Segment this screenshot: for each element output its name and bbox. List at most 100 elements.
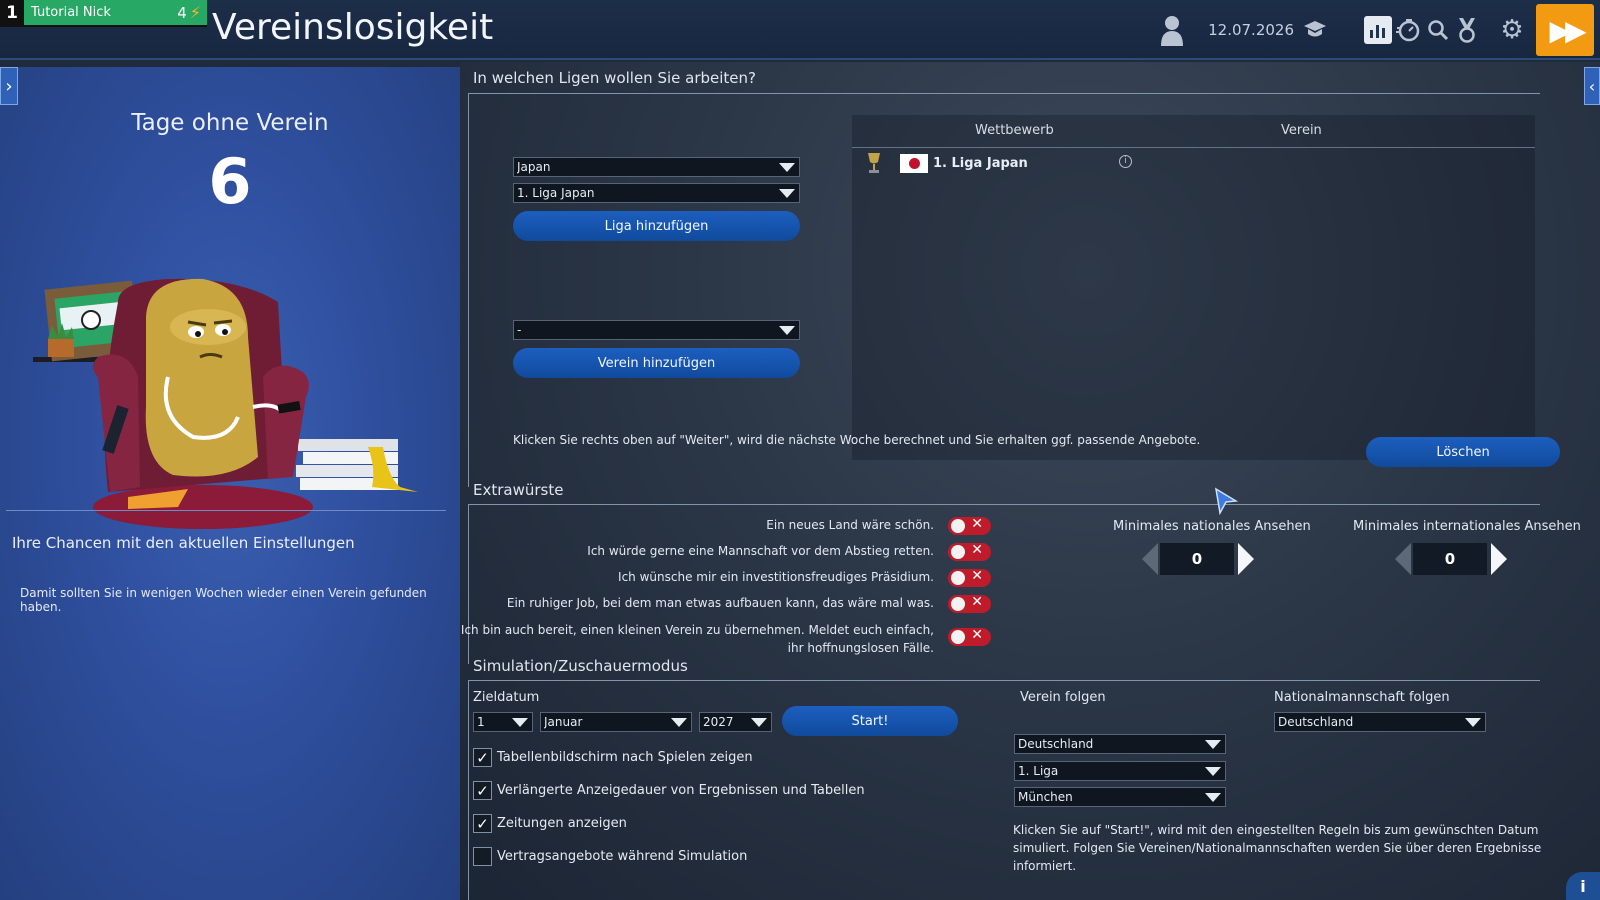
follow-club-club-value: München xyxy=(1018,790,1073,804)
leagues-hint: Klicken Sie rechts oben auf "Weiter", wi… xyxy=(513,433,1201,447)
decrease-arrow-icon[interactable] xyxy=(1142,543,1158,575)
increase-arrow-icon[interactable] xyxy=(1491,543,1507,575)
toggle-knob xyxy=(951,597,965,611)
divider xyxy=(6,510,446,511)
graduation-cap-icon[interactable] xyxy=(1300,19,1330,41)
profile-name: Tutorial Nick xyxy=(31,5,111,20)
toggle-new-country[interactable]: ✕ xyxy=(948,516,991,535)
close-icon: ✕ xyxy=(971,594,983,610)
toggle-investment[interactable]: ✕ xyxy=(948,568,991,587)
collapse-right-panel-button[interactable]: ‹ xyxy=(1584,67,1600,105)
target-year-select[interactable]: 2027 xyxy=(699,712,772,732)
country-select[interactable]: Japan xyxy=(513,157,800,177)
target-date-label: Zieldatum xyxy=(473,690,540,705)
follow-national-team-select[interactable]: Deutschland xyxy=(1274,712,1486,732)
option-contract-offers[interactable]: Vertragsangebote während Simulation xyxy=(473,847,747,866)
target-month-select[interactable]: Januar xyxy=(540,712,692,732)
chances-heading: Ihre Chancen mit den aktuellen Einstellu… xyxy=(12,534,355,552)
follow-club-league-select[interactable]: 1. Liga xyxy=(1014,761,1226,781)
profile-level: 1 xyxy=(0,0,24,26)
toggle-knob xyxy=(951,545,965,559)
expand-left-panel-button[interactable]: › xyxy=(0,67,18,105)
increase-arrow-icon[interactable] xyxy=(1238,543,1254,575)
stopwatch-icon[interactable] xyxy=(1392,18,1424,42)
toggle-small-club[interactable]: ✕ xyxy=(948,627,991,646)
toggle-knob xyxy=(951,519,965,533)
divider xyxy=(468,680,469,900)
toggle-relegation[interactable]: ✕ xyxy=(948,542,991,561)
close-icon: ✕ xyxy=(971,627,983,643)
left-panel: › Tage ohne Verein 6 Ihre Chancen mit de… xyxy=(0,67,460,900)
simulation-info-text: Klicken Sie auf "Start!", wird mit den e… xyxy=(1013,821,1541,875)
option-newspapers[interactable]: ✓ Zeitungen anzeigen xyxy=(473,814,627,833)
chevron-down-icon xyxy=(512,717,528,727)
top-right-toolbar: 12.07.2026 ⚙ ▶▶ xyxy=(1154,0,1600,60)
divider xyxy=(468,504,1540,505)
country-select-value: Japan xyxy=(517,160,551,174)
profile-points: 4 xyxy=(177,3,187,22)
chevron-down-icon xyxy=(1205,739,1221,749)
info-icon[interactable]: i xyxy=(1119,154,1132,168)
chevron-down-icon xyxy=(1205,766,1221,776)
start-simulation-button[interactable]: Start! xyxy=(782,706,958,736)
selected-leagues-table: Wettbewerb Verein 1. Liga Japan i xyxy=(852,115,1535,460)
toggle-knob xyxy=(951,630,965,644)
option-extended-display[interactable]: ✓ Verlängerte Anzeigedauer von Ergebnisse… xyxy=(473,781,865,800)
option-table-screen[interactable]: ✓ Tabellenbildschirm nach Spielen zeigen xyxy=(473,748,753,767)
page-title: Vereinslosigkeit xyxy=(212,7,494,48)
club-select[interactable]: - xyxy=(513,320,800,340)
decrease-arrow-icon[interactable] xyxy=(1395,543,1411,575)
divider xyxy=(468,93,469,487)
wish-label-quiet-job: Ein ruhiger Job, bei dem man etwas aufba… xyxy=(506,596,934,610)
divider xyxy=(468,680,1540,681)
help-info-button[interactable]: i xyxy=(1566,872,1600,900)
user-icon[interactable] xyxy=(1154,14,1190,46)
close-icon: ✕ xyxy=(971,516,983,532)
league-select-value: 1. Liga Japan xyxy=(517,186,595,200)
international-reputation-stepper: 0 xyxy=(1391,541,1511,577)
follow-club-country-value: Deutschland xyxy=(1018,737,1094,751)
chevron-down-icon xyxy=(1205,792,1221,802)
toggle-quiet-job[interactable]: ✕ xyxy=(948,594,991,613)
wish-label-small-club-line1: Ich bin auch bereit, einen kleinen Verei… xyxy=(460,623,934,637)
league-select[interactable]: 1. Liga Japan xyxy=(513,183,800,203)
follow-club-club-select[interactable]: München xyxy=(1014,787,1226,807)
search-icon[interactable] xyxy=(1424,19,1452,41)
add-club-button[interactable]: Verein hinzufügen xyxy=(513,348,800,378)
option-label: Verlängerte Anzeigedauer von Ergebnissen… xyxy=(497,783,865,798)
fast-forward-icon[interactable]: ▶▶ xyxy=(1536,4,1594,56)
chevron-down-icon xyxy=(1465,717,1481,727)
follow-club-country-select[interactable]: Deutschland xyxy=(1014,734,1226,754)
medal-icon[interactable] xyxy=(1452,17,1482,43)
delete-button[interactable]: Löschen xyxy=(1366,437,1560,467)
target-year-value: 2027 xyxy=(703,715,734,729)
checkbox-checked[interactable]: ✓ xyxy=(473,781,492,800)
wish-label-relegation: Ich würde gerne eine Mannschaft vor dem … xyxy=(587,544,934,558)
club-select-value: - xyxy=(517,323,522,337)
wish-label-investment: Ich wünsche mir ein investitionsfreudige… xyxy=(618,570,934,584)
international-reputation-label: Minimales internationales Ansehen xyxy=(1353,519,1581,534)
info-icon: i xyxy=(1580,876,1586,896)
profile-chip[interactable]: 1 Tutorial Nick 4 ⚡ xyxy=(0,0,207,27)
gear-icon[interactable]: ⚙ xyxy=(1496,15,1528,45)
add-league-button[interactable]: Liga hinzufügen xyxy=(513,211,800,241)
target-day-select[interactable]: 1 xyxy=(473,712,533,732)
option-label: Tabellenbildschirm nach Spielen zeigen xyxy=(497,750,753,765)
checkbox-checked[interactable]: ✓ xyxy=(473,748,492,767)
toggle-knob xyxy=(951,571,965,585)
chevron-down-icon xyxy=(779,325,795,335)
checkbox-unchecked[interactable] xyxy=(473,847,492,866)
checkbox-checked[interactable]: ✓ xyxy=(473,814,492,833)
national-reputation-value: 0 xyxy=(1160,543,1234,575)
follow-national-team-label: Nationalmannschaft folgen xyxy=(1274,690,1450,705)
current-date: 12.07.2026 xyxy=(1208,21,1294,39)
wish-label-new-country: Ein neues Land wäre schön. xyxy=(766,518,934,532)
japan-flag-icon xyxy=(900,153,928,173)
divider xyxy=(852,147,1535,148)
table-row[interactable]: 1. Liga Japan i xyxy=(852,149,1535,177)
follow-club-league-value: 1. Liga xyxy=(1018,764,1059,778)
lightning-icon: ⚡ xyxy=(189,3,201,22)
chevron-down-icon xyxy=(671,717,687,727)
bar-chart-icon[interactable] xyxy=(1364,16,1392,44)
target-day-value: 1 xyxy=(477,715,485,729)
